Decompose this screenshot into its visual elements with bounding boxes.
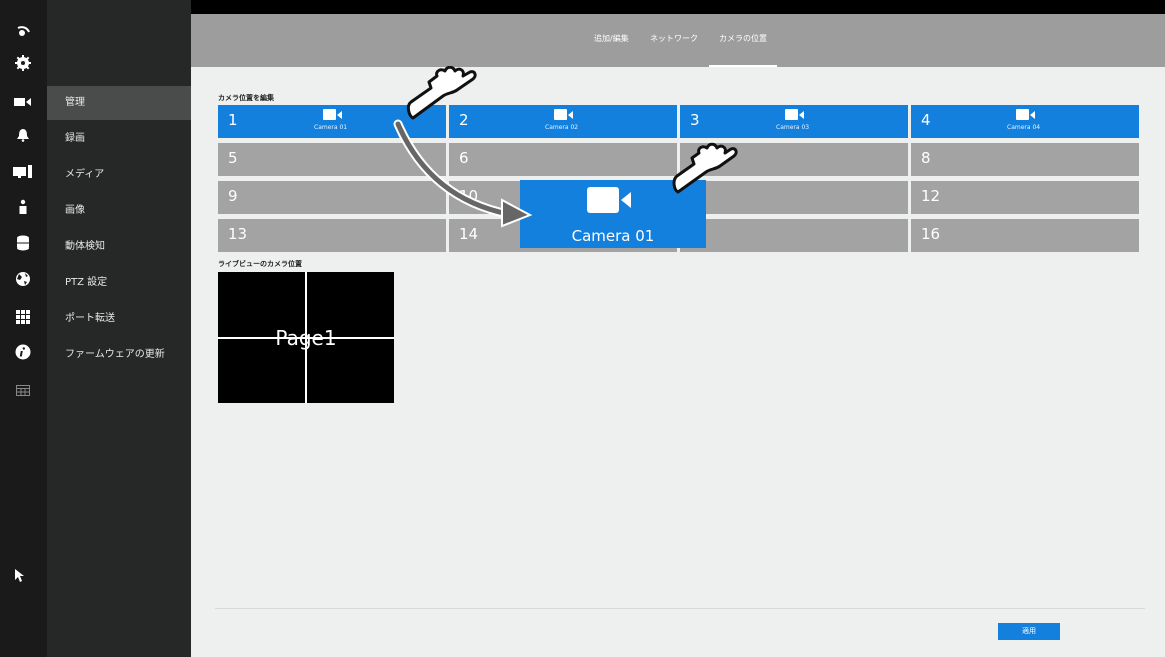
tab-network[interactable]: ネットワーク (650, 33, 698, 44)
camera-slot-cell[interactable] (680, 219, 908, 252)
tab-camera-position[interactable]: カメラの位置 (719, 33, 767, 44)
camera-slot-cell[interactable]: 3 Camera 03 (680, 105, 908, 138)
sidebar-item-management[interactable]: 管理 (47, 86, 191, 120)
slot-number: 5 (228, 149, 238, 167)
globe-icon[interactable] (11, 271, 35, 293)
sidebar-item-recording[interactable]: 録画 (47, 122, 191, 156)
camera-slot-cell[interactable]: 12 (911, 181, 1139, 214)
sidebar-item-firmware-update[interactable]: ファームウェアの更新 (47, 338, 191, 372)
logo-icon[interactable] (11, 24, 35, 46)
sidebar: 管理 録画 メディア 画像 動体検知 PTZ 設定 ポート転送 ファームウェアの… (47, 0, 191, 657)
icon-rail (0, 0, 47, 657)
edit-camera-position-label: カメラ位置を編集 (218, 94, 274, 102)
bell-icon[interactable] (11, 126, 35, 148)
video-camera-icon (554, 109, 574, 120)
pointing-hand-icon (672, 142, 738, 194)
pointing-hand-icon (406, 66, 477, 120)
mouse-cursor-icon (15, 568, 25, 587)
camera-name: Camera 02 (545, 124, 579, 131)
video-camera-icon (323, 109, 343, 120)
camera-name: Camera 01 (314, 124, 348, 131)
sidebar-item-image[interactable]: 画像 (47, 194, 191, 228)
page-label: Page1 (275, 326, 337, 350)
drag-arrow-icon (393, 119, 533, 228)
monitor-icon[interactable] (11, 163, 35, 185)
video-camera-icon (785, 109, 805, 120)
camera-name: Camera 03 (776, 124, 810, 131)
camera-name: Camera 04 (1007, 124, 1041, 131)
slot-number: 4 (921, 111, 931, 129)
apply-button[interactable]: 適用 (998, 623, 1060, 640)
liveview-page-preview[interactable]: Page1 (218, 272, 394, 403)
gear-icon[interactable] (11, 55, 35, 77)
dragged-camera-name: Camera 01 (571, 227, 655, 245)
slot-number: 3 (690, 111, 700, 129)
grid-icon[interactable] (11, 308, 35, 330)
slot-number: 1 (228, 111, 238, 129)
slot-number: 12 (921, 187, 941, 205)
video-camera-icon (587, 187, 635, 215)
person-icon[interactable] (11, 199, 35, 221)
camera-slot-cell[interactable]: 4 Camera 04 (911, 105, 1139, 138)
camera-icon[interactable] (11, 92, 35, 114)
tab-add-edit[interactable]: 追加/編集 (594, 33, 629, 44)
slot-number: 13 (228, 225, 248, 243)
sidebar-item-ptz-settings[interactable]: PTZ 設定 (47, 266, 191, 300)
slot-number: 9 (228, 187, 238, 205)
calendar-icon[interactable] (11, 380, 35, 402)
slot-number: 8 (921, 149, 931, 167)
top-tab-bar: 追加/編集 ネットワーク カメラの位置 (191, 14, 1165, 67)
sidebar-item-port-forwarding[interactable]: ポート転送 (47, 302, 191, 336)
video-camera-icon (1016, 109, 1036, 120)
liveview-camera-position-label: ライブビューのカメラ位置 (218, 260, 302, 268)
info-icon[interactable] (11, 344, 35, 366)
active-tab-indicator (709, 65, 777, 67)
camera-slot-cell[interactable]: 8 (911, 143, 1139, 176)
footer-divider (215, 608, 1145, 609)
sidebar-item-motion-detection[interactable]: 動体検知 (47, 230, 191, 264)
sidebar-item-media[interactable]: メディア (47, 158, 191, 192)
camera-slot-cell[interactable]: 16 (911, 219, 1139, 252)
database-icon[interactable] (11, 235, 35, 257)
slot-number: 16 (921, 225, 941, 243)
